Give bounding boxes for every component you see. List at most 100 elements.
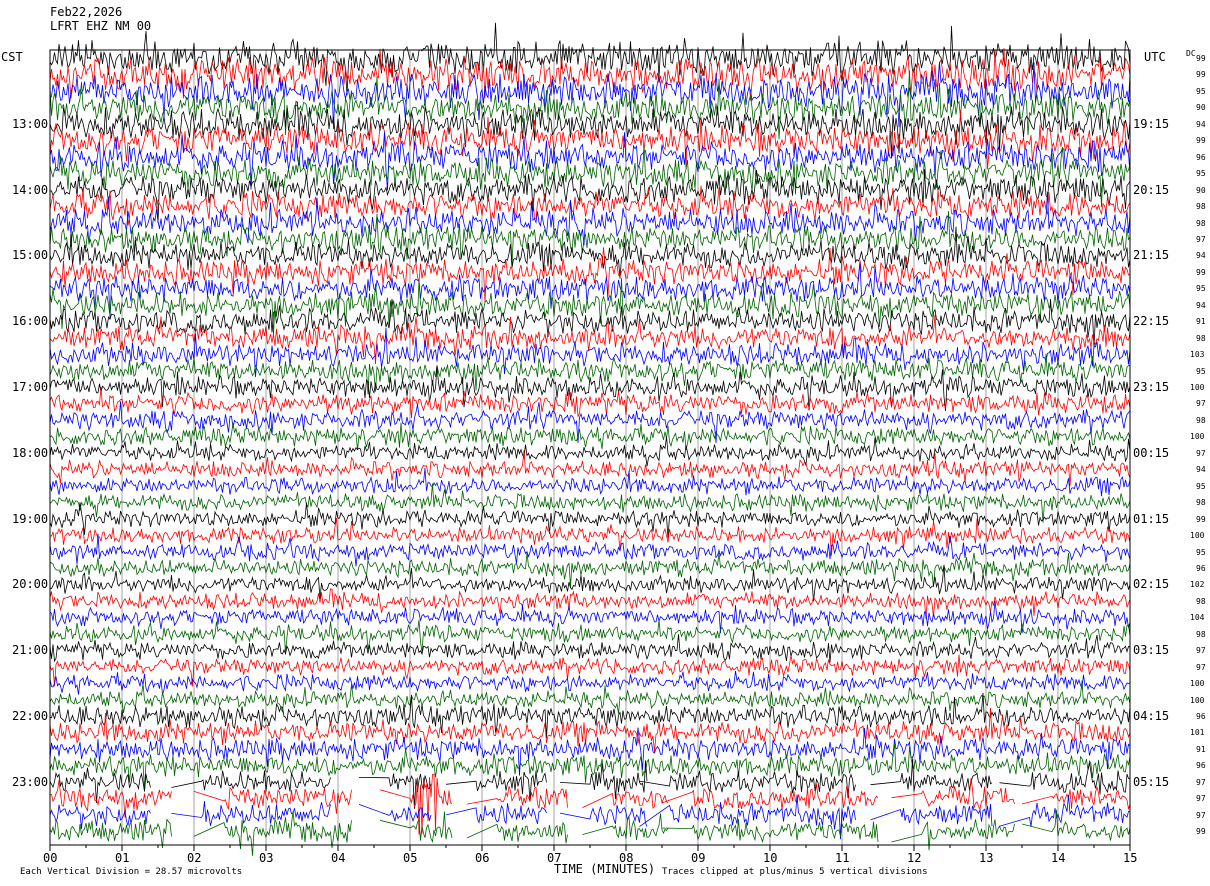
dc-value: 95: [1196, 86, 1206, 96]
dc-value: 100: [1190, 531, 1205, 541]
dc-value: 99: [1196, 70, 1206, 80]
trace-line: [49, 670, 1131, 696]
dc-value: 99: [1196, 827, 1206, 837]
right-time-label: 01:15: [1133, 511, 1170, 526]
dc-value: 94: [1196, 251, 1206, 261]
right-time-label: 19:15: [1133, 116, 1170, 131]
dc-value: 95: [1196, 284, 1206, 294]
trace-line: [49, 518, 1131, 556]
dc-value: 96: [1196, 712, 1206, 721]
x-tick-label: 01: [115, 851, 130, 865]
dc-value: 94: [1196, 465, 1206, 475]
dc-value: 96: [1196, 761, 1206, 771]
left-time-label: 18:00: [12, 445, 49, 460]
dc-value: 95: [1196, 169, 1206, 179]
scale-footnote: Each Vertical Division = 28.57 microvolt…: [20, 867, 243, 877]
dc-value: 103: [1190, 350, 1205, 360]
x-tick-label: 03: [259, 851, 274, 865]
dc-value: 91: [1196, 744, 1206, 754]
dc-value: 97: [1196, 810, 1206, 820]
dc-value: 101: [1190, 728, 1205, 738]
right-time-label: 05:15: [1133, 774, 1170, 789]
trace-line: [49, 145, 1131, 208]
dc-value: 90: [1196, 185, 1206, 195]
x-tick-label: 04: [331, 851, 346, 865]
dc-value: 98: [1196, 202, 1206, 212]
dc-value: 99: [1196, 136, 1206, 146]
right-time-label: 22:15: [1133, 314, 1170, 329]
dc-value: 99: [1196, 514, 1206, 524]
left-time-label: 13:00: [12, 116, 49, 131]
x-tick-label: 10: [763, 851, 778, 865]
left-time-label: 23:00: [12, 774, 49, 789]
trace-line: [49, 353, 1131, 395]
trace-line: [49, 483, 1131, 523]
dc-value: 97: [1196, 448, 1206, 458]
dc-value: 98: [1196, 498, 1206, 508]
dc-value: 98: [1196, 596, 1206, 606]
x-tick-label: 15: [1123, 851, 1138, 865]
left-time-label: 16:00: [12, 314, 49, 329]
dc-value: 90: [1196, 103, 1206, 113]
x-tick-label: 00: [43, 851, 58, 865]
left-time-label: 20:00: [12, 577, 49, 592]
helicorder-plot: [49, 22, 1131, 856]
dc-value: 96: [1196, 563, 1206, 573]
dc-value: 94: [1196, 300, 1206, 310]
right-time-label: 04:15: [1133, 709, 1170, 723]
x-tick-label: 06: [475, 851, 490, 865]
dc-value: 97: [1196, 662, 1206, 672]
x-tick-label: 11: [835, 851, 850, 865]
x-tick-label: 07: [547, 851, 562, 865]
right-time-label: 23:15: [1133, 380, 1170, 394]
dc-value: 99: [1196, 267, 1206, 277]
dc-value: 95: [1196, 481, 1206, 491]
dc-value: 95: [1196, 366, 1206, 376]
dc-value: 100: [1190, 383, 1205, 392]
x-tick-label: 13: [979, 851, 994, 865]
left-time-label: 15:00: [12, 248, 49, 263]
right-time-label: 00:15: [1133, 445, 1170, 460]
dc-value: 100: [1190, 432, 1205, 442]
left-time-label: 21:00: [12, 643, 49, 658]
clip-footnote: Traces clipped at plus/minus 5 vertical …: [662, 867, 928, 877]
dc-value: 98: [1196, 218, 1206, 228]
right-time-label: 03:15: [1133, 643, 1170, 658]
trace-line: [49, 809, 1131, 856]
trace-line: [49, 422, 1131, 450]
trace-line: [49, 436, 1131, 467]
trace-line: [49, 758, 1131, 809]
trace-line: [49, 386, 1131, 419]
trace-line: [49, 131, 1131, 191]
trace-line: [49, 552, 1131, 587]
dc-value: 98: [1196, 415, 1206, 425]
x-tick-label: 08: [619, 851, 634, 865]
dc-value: 100: [1190, 679, 1205, 689]
dc-value: 104: [1190, 613, 1205, 623]
dc-value: 100: [1190, 695, 1205, 705]
x-tick-label: 09: [691, 851, 706, 865]
dc-value: 96: [1196, 152, 1206, 162]
trace-line: [49, 401, 1131, 444]
x-tick-label: 12: [907, 851, 922, 865]
dc-value: 97: [1196, 399, 1206, 409]
right-time-label: 02:15: [1133, 577, 1170, 592]
dc-value: 95: [1196, 547, 1206, 557]
x-tick-label: 05: [403, 851, 418, 865]
trace-line: [49, 22, 1131, 96]
dc-value: 94: [1196, 119, 1206, 129]
dc-value: 97: [1196, 794, 1206, 804]
left-time-label: 22:00: [12, 709, 49, 723]
left-time-label: 17:00: [12, 380, 49, 394]
x-tick-label: 14: [1051, 851, 1066, 865]
trace-line: [49, 48, 1131, 101]
x-tick-label: 02: [187, 851, 202, 865]
left-time-label: 14:00: [12, 182, 49, 197]
right-time-label: 21:15: [1133, 248, 1170, 263]
right-time-label: 20:15: [1133, 182, 1170, 197]
trace-line: [49, 600, 1131, 634]
dc-value: 97: [1196, 777, 1206, 787]
dc-value: 98: [1196, 629, 1206, 639]
trace-line: [49, 634, 1131, 663]
left-time-label: 19:00: [12, 511, 49, 526]
